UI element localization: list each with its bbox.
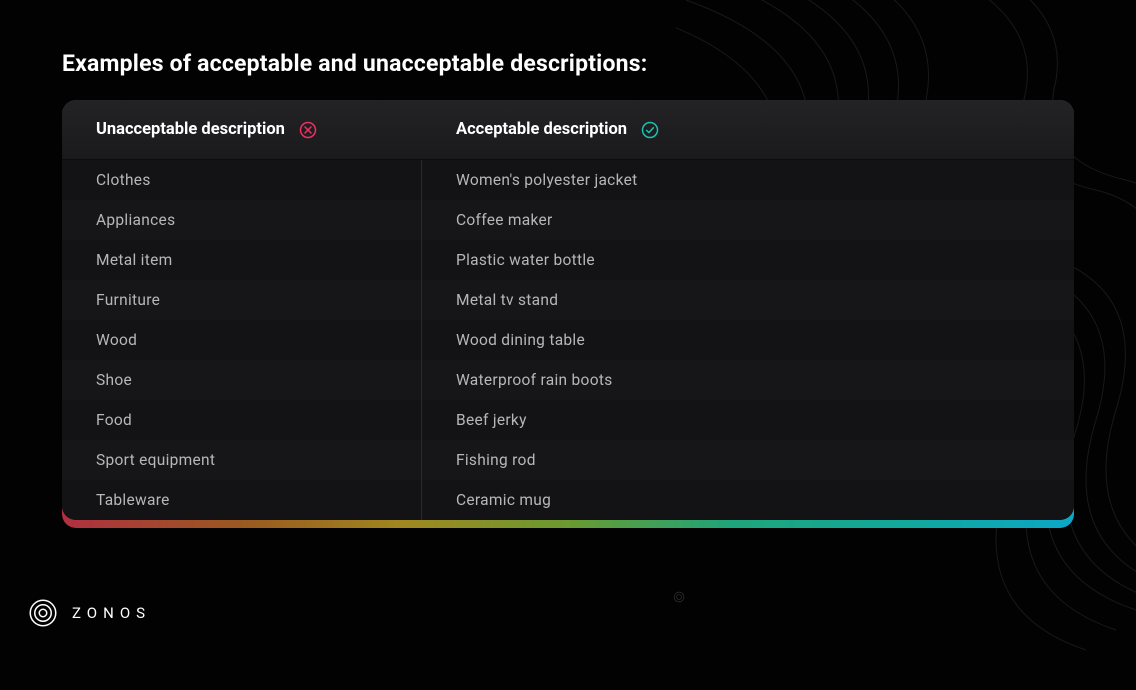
cell-acceptable: Ceramic mug	[422, 491, 1074, 509]
table-body: ClothesWomen's polyester jacketAppliance…	[62, 160, 1074, 520]
table-row: TablewareCeramic mug	[62, 480, 1074, 520]
table-row: AppliancesCoffee maker	[62, 200, 1074, 240]
zonos-mark-icon	[28, 598, 58, 628]
header-acceptable-label: Acceptable description	[456, 120, 627, 139]
table-row: WoodWood dining table	[62, 320, 1074, 360]
mini-ring-icon	[672, 590, 686, 604]
table-row: Sport equipmentFishing rod	[62, 440, 1074, 480]
page-title: Examples of acceptable and unacceptable …	[62, 50, 647, 77]
cell-unacceptable: Sport equipment	[62, 440, 422, 480]
cell-acceptable: Waterproof rain boots	[422, 371, 1074, 389]
accept-icon	[641, 121, 659, 139]
table-row: FurnitureMetal tv stand	[62, 280, 1074, 320]
cell-unacceptable: Furniture	[62, 280, 422, 320]
cell-acceptable: Plastic water bottle	[422, 251, 1074, 269]
table-row: ClothesWomen's polyester jacket	[62, 160, 1074, 200]
table-header-row: Unacceptable description Acceptable desc…	[62, 100, 1074, 160]
cell-acceptable: Wood dining table	[422, 331, 1074, 349]
cell-unacceptable: Shoe	[62, 360, 422, 400]
cell-unacceptable: Wood	[62, 320, 422, 360]
cell-unacceptable: Tableware	[62, 480, 422, 520]
table-row: Metal itemPlastic water bottle	[62, 240, 1074, 280]
cell-unacceptable: Metal item	[62, 240, 422, 280]
cell-unacceptable: Appliances	[62, 200, 422, 240]
cell-acceptable: Beef jerky	[422, 411, 1074, 429]
cell-acceptable: Fishing rod	[422, 451, 1074, 469]
brand-name: ZONOS	[72, 604, 151, 622]
brand-logo: ZONOS	[28, 598, 151, 628]
cell-unacceptable: Clothes	[62, 160, 422, 200]
header-acceptable: Acceptable description	[422, 120, 1074, 139]
table-card: Unacceptable description Acceptable desc…	[62, 100, 1074, 528]
header-unacceptable-label: Unacceptable description	[96, 120, 285, 139]
reject-icon	[299, 121, 317, 139]
header-unacceptable: Unacceptable description	[62, 120, 422, 139]
table-row: ShoeWaterproof rain boots	[62, 360, 1074, 400]
cell-unacceptable: Food	[62, 400, 422, 440]
cell-acceptable: Coffee maker	[422, 211, 1074, 229]
table-row: FoodBeef jerky	[62, 400, 1074, 440]
cell-acceptable: Metal tv stand	[422, 291, 1074, 309]
cell-acceptable: Women's polyester jacket	[422, 171, 1074, 189]
